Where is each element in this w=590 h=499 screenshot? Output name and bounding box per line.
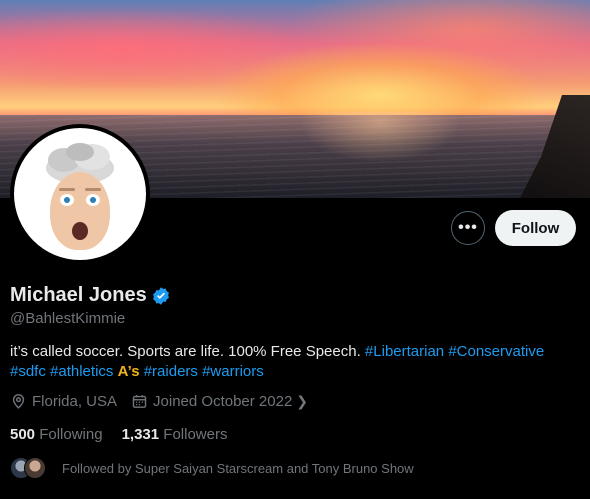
followers-label: Followers <box>163 426 228 443</box>
following-label: Following <box>39 426 103 443</box>
more-options-button[interactable]: ••• <box>451 211 485 245</box>
followers-link[interactable]: 1,331 Followers <box>122 426 228 443</box>
joined-item[interactable]: Joined October 2022 ❯ <box>131 393 308 410</box>
hashtag-link[interactable]: #sdfc <box>10 363 46 380</box>
banner-glare <box>300 112 460 192</box>
avatar-memoji <box>14 128 146 260</box>
hashtag-link[interactable]: #athletics <box>50 363 113 380</box>
chevron-right-icon: ❯ <box>296 393 309 409</box>
bio-text: it’s called soccer. Sports are life. 100… <box>10 343 361 360</box>
followed-by-text: Followed by Super Saiyan Starscream and … <box>62 460 414 476</box>
athletics-emoji-icon: A’s <box>117 363 140 380</box>
follower-avatar <box>24 457 46 479</box>
verified-badge-icon[interactable] <box>151 286 171 306</box>
joined-text: Joined October 2022 <box>153 393 293 410</box>
avatar[interactable] <box>10 124 150 264</box>
memoji-face <box>50 172 110 250</box>
profile-handle: @BahlestKimmie <box>10 310 126 327</box>
location-text: Florida, USA <box>32 393 118 410</box>
hashtag-link[interactable]: #Conservative <box>448 343 544 360</box>
profile-meta: Florida, USA Joined October 2022 ❯ <box>10 393 322 410</box>
following-count: 500 <box>10 426 36 443</box>
hashtag-link[interactable]: #warriors <box>202 363 264 380</box>
hashtag-link[interactable]: #raiders <box>144 363 198 380</box>
follow-button[interactable]: Follow <box>495 210 576 246</box>
hashtag-link[interactable]: #Libertarian <box>365 343 444 360</box>
location-item: Florida, USA <box>10 393 117 410</box>
followed-by-link[interactable]: Followed by Super Saiyan Starscream and … <box>10 457 414 479</box>
followers-count: 1,331 <box>121 426 160 443</box>
profile-bio: it’s called soccer. Sports are life. 100… <box>10 342 580 382</box>
profile-name-row: Michael Jones <box>10 284 171 307</box>
more-icon: ••• <box>458 219 478 236</box>
calendar-icon <box>132 395 147 408</box>
following-link[interactable]: 500 Following <box>10 426 103 443</box>
profile-stats: 500 Following 1,331 Followers <box>10 426 246 443</box>
profile-name: Michael Jones <box>10 284 147 306</box>
location-pin-icon <box>12 394 25 409</box>
